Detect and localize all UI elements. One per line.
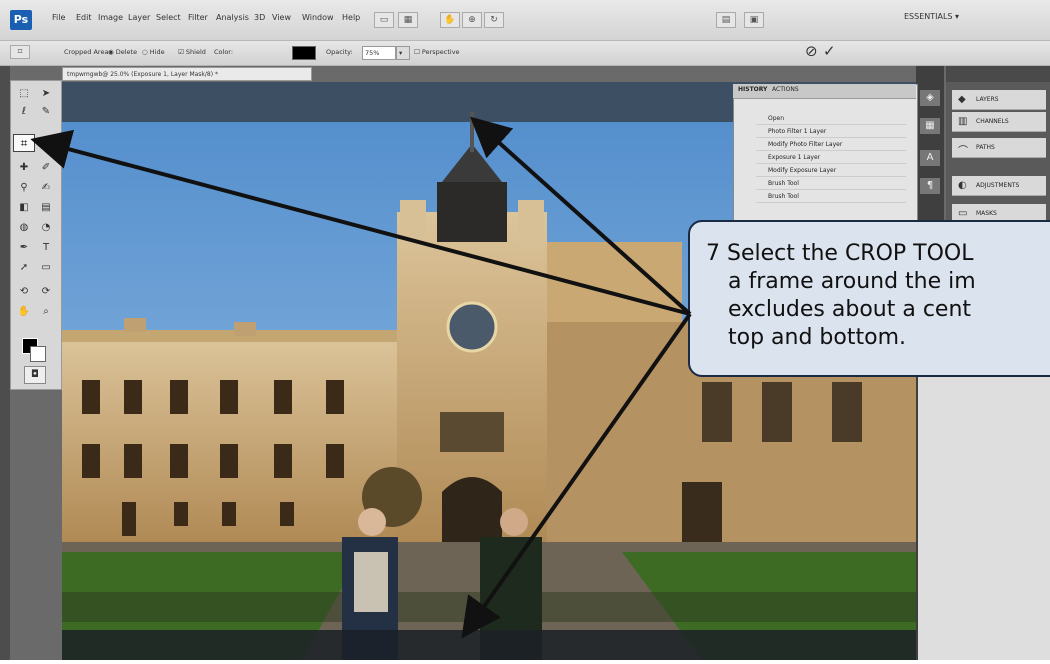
arrow-to-bottom-edge [461, 312, 692, 639]
callout-arrows [30, 116, 692, 639]
